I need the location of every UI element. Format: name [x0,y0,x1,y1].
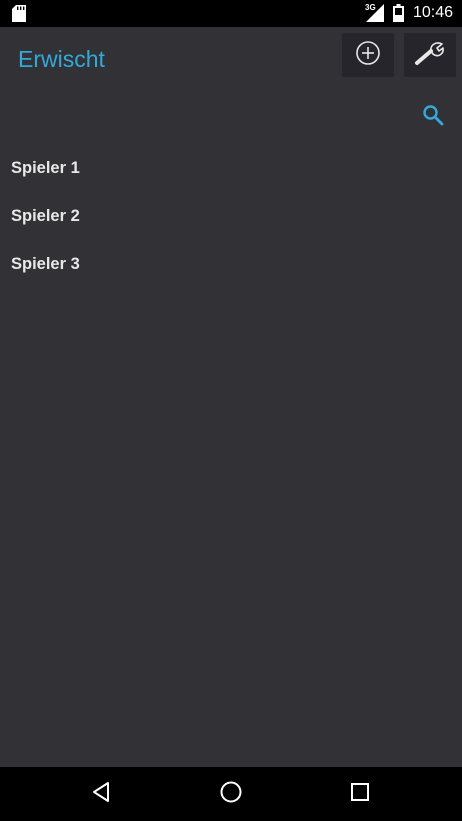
player-list: Spieler 1 Spieler 2 Spieler 3 [0,144,462,288]
home-icon [219,780,243,809]
back-icon [90,781,112,808]
search-icon [422,104,444,131]
sd-card-icon [12,5,26,27]
home-button[interactable] [217,780,245,808]
app-title: Erwischt [18,46,105,72]
add-circle-icon [355,40,381,71]
player-list-item[interactable]: Spieler 1 [0,144,462,192]
network-type-label: 3G [365,3,376,12]
player-list-item[interactable]: Spieler 2 [0,192,462,240]
action-bar: Erwischt [0,27,462,89]
add-player-button[interactable] [342,33,394,77]
navigation-bar [0,767,462,821]
settings-button[interactable] [404,33,456,77]
search-button[interactable] [420,104,446,130]
player-list-item[interactable]: Spieler 3 [0,240,462,288]
wrench-icon [414,39,446,72]
battery-icon [393,4,404,27]
recents-icon [349,781,371,808]
clock: 10:46 [412,4,453,21]
recents-button[interactable] [346,780,374,808]
status-bar: 3G 10:46 [0,0,462,27]
back-button[interactable] [87,780,115,808]
